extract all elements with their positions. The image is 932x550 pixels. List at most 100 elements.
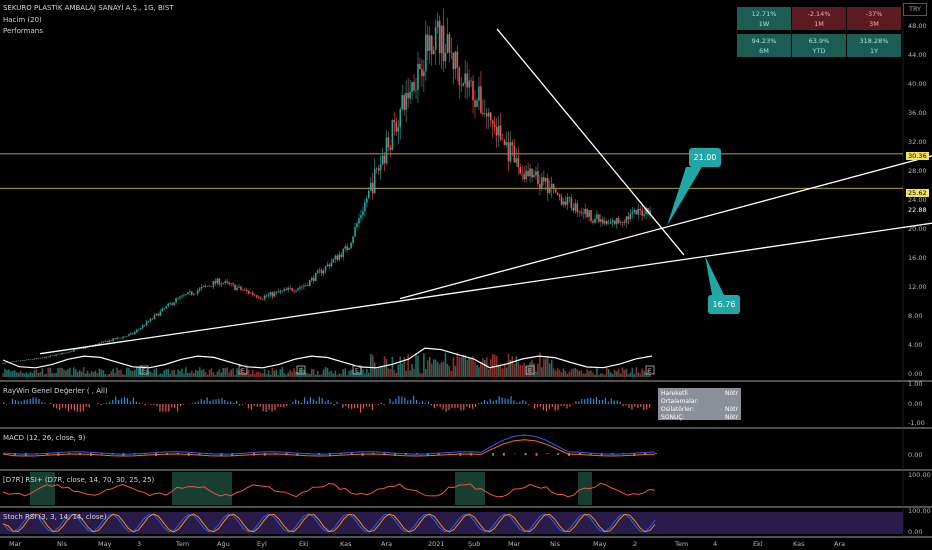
candle-body [468, 80, 470, 88]
raywin-bar [628, 404, 630, 409]
raywin-bar [593, 399, 595, 404]
candle-body [598, 214, 600, 222]
candle-body [338, 254, 341, 260]
candle-body [305, 285, 307, 287]
candle-body [163, 308, 166, 309]
volume-bar [218, 368, 221, 377]
volume-bar [521, 365, 523, 377]
raywin-bar [35, 397, 37, 404]
volume-bar [8, 369, 10, 377]
raywin-bar [41, 401, 43, 404]
macd-histogram-bar [524, 453, 527, 456]
candle-body [281, 290, 284, 292]
candle-body [275, 291, 278, 293]
candle-body [181, 295, 183, 297]
candle-body [631, 212, 634, 214]
volume-bar [222, 367, 225, 377]
raywin-bar [144, 404, 146, 406]
raywin-bar [357, 404, 359, 409]
stoch-indicator-title: Stoch RSI (3, 3, 14, 14, close) [3, 513, 107, 521]
volume-bar [621, 367, 624, 377]
candle-body [310, 277, 313, 281]
candle-body [625, 216, 628, 223]
volume-bar [541, 367, 543, 377]
candle-body [161, 308, 164, 312]
candle-body [517, 158, 520, 168]
raywin-bar [224, 399, 226, 404]
price-tick-label: 24.00 [908, 196, 927, 204]
candle-body [316, 270, 319, 273]
volume-bar [334, 370, 337, 377]
volume-bar [619, 373, 622, 377]
volume-bar [369, 353, 372, 377]
price-tick-label: 32.00 [908, 138, 927, 146]
volume-bar [366, 369, 368, 377]
candle-body [621, 222, 624, 223]
volume-bar [6, 369, 8, 377]
volume-bar [381, 366, 384, 377]
candle-body [580, 211, 582, 213]
raywin-bar [427, 401, 429, 404]
volume-bar [157, 374, 160, 377]
candle-body [464, 73, 466, 84]
chart-canvas[interactable]: 52.0048.0044.0040.0036.0032.0028.0024.00… [0, 0, 932, 550]
candle-body [167, 303, 169, 307]
raywin-bar [295, 399, 297, 404]
candle-body [189, 291, 191, 293]
raywin-bar [265, 404, 267, 412]
volume-bar [442, 361, 445, 377]
raywin-bar [309, 397, 311, 404]
candle-body [169, 303, 171, 304]
raywin-bar [610, 398, 612, 404]
candle-body [149, 318, 152, 322]
candle-body [340, 254, 343, 257]
candle-body [419, 63, 421, 70]
performance-cell-1y: 318.28% 1Y [847, 34, 901, 57]
candle-body [615, 218, 618, 225]
candle-body [460, 84, 463, 86]
volume-bar [482, 358, 484, 377]
lower-target-pointer [705, 256, 724, 295]
volume-bar [39, 371, 42, 377]
volume-bar [326, 367, 329, 377]
volume-bar [537, 363, 539, 377]
currency-badge[interactable]: TRY [903, 3, 927, 16]
candle-body [74, 349, 77, 351]
raywin-bar [348, 404, 350, 409]
candle-body [472, 81, 474, 101]
raywin-bar [277, 404, 279, 407]
volume-bar [474, 361, 476, 377]
candle-body [491, 120, 494, 125]
raywin-bar [395, 398, 397, 404]
raywin-bar [525, 401, 527, 404]
candle-body [208, 286, 211, 287]
candle-body [444, 52, 447, 62]
candle-body [594, 218, 596, 223]
raywin-bar [59, 404, 61, 410]
raywin-bar [507, 398, 509, 404]
raywin-bar [56, 404, 58, 409]
candle-body [330, 262, 333, 267]
raywin-bar [436, 404, 438, 407]
volume-bar [639, 373, 641, 377]
volume-bar [17, 372, 20, 377]
volume-bar [558, 369, 561, 377]
volume-bar [466, 360, 468, 377]
raywin-bar [180, 404, 182, 407]
candle-body [629, 213, 632, 220]
volume-bar [230, 369, 232, 377]
volume-bar [430, 363, 433, 377]
volume-bar [130, 370, 132, 377]
candle-body [112, 338, 114, 341]
raywin-bar [73, 404, 75, 411]
price-tick-label: 36.00 [908, 109, 927, 117]
candle-body [312, 277, 315, 281]
candle-body [51, 355, 53, 357]
raywin-bar [70, 404, 73, 410]
volume-bar [375, 368, 378, 377]
price-tick-label: 28.00 [908, 167, 927, 175]
raywin-bar [354, 404, 356, 409]
tooltip-row-result: SONUÇ: Nötr [661, 414, 738, 421]
volume-bar [287, 372, 289, 377]
volume-bar [271, 367, 274, 377]
